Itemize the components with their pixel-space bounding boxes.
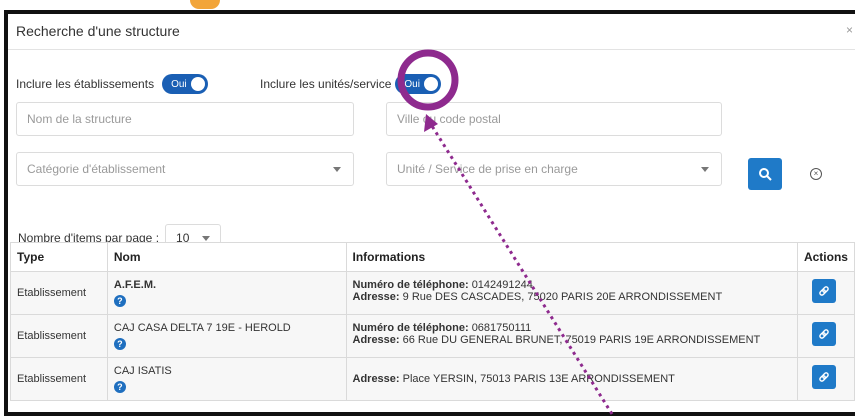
address-value: 66 Rue DU GENERAL BRUNET, 75019 PARIS 19… [402, 334, 761, 346]
nom-structure-input[interactable]: Nom de la structure [16, 102, 354, 136]
screenshot-frame: Recherche d'une structure × Inclure les … [0, 0, 855, 416]
ville-code-postal-input[interactable]: Ville ou code postal [386, 102, 722, 136]
results-table: Type Nom Informations Actions Etablissem… [10, 242, 855, 401]
table-row: Etablissement CAJ ISATIS ? Adresse: Plac… [10, 357, 855, 401]
chevron-down-icon [202, 236, 211, 241]
link-button[interactable] [811, 322, 836, 346]
row-informations: Numéro de téléphone: 0142491244 Adresse:… [345, 271, 798, 315]
row-type: Etablissement [10, 314, 108, 358]
info-icon[interactable]: ? [113, 338, 126, 350]
toggle-etablissements-value: Oui [171, 78, 187, 90]
categorie-etablissement-select[interactable]: Catégorie d'établissement [16, 152, 354, 186]
toggle-unites-row: Inclure les unités/service Oui [260, 74, 442, 94]
row-nom: CAJ ISATIS [113, 365, 172, 377]
row-type: Etablissement [10, 271, 108, 315]
info-icon[interactable]: ? [113, 381, 126, 393]
column-header-type: Type [10, 242, 108, 272]
row-type: Etablissement [10, 357, 108, 401]
table-header-row: Type Nom Informations Actions [10, 242, 855, 272]
address-label: Adresse: [352, 291, 400, 303]
phone-value: 0142491244 [471, 279, 533, 291]
toggle-etablissements-label: Inclure les établissements [16, 77, 155, 91]
categorie-select-placeholder: Catégorie d'établissement [27, 162, 166, 176]
toggle-knob [191, 77, 206, 91]
close-icon[interactable]: × [846, 23, 853, 37]
toggle-etablissements-row: Inclure les établissements Oui [16, 74, 209, 94]
dialog-title: Recherche d'une structure [16, 23, 180, 39]
phone-label: Numéro de téléphone: [352, 279, 469, 291]
phone-label: Numéro de téléphone: [352, 322, 469, 334]
row-nom: A.F.E.M. [113, 279, 157, 291]
link-button[interactable] [811, 279, 836, 303]
row-actions [796, 357, 855, 401]
link-icon [819, 286, 829, 296]
link-button[interactable] [811, 365, 836, 389]
phone-value: 0681750111 [471, 322, 532, 334]
toggle-knob [424, 77, 439, 91]
search-icon [759, 168, 772, 181]
chevron-down-icon [701, 167, 709, 172]
address-value: Place YERSIN, 75013 PARIS 13E ARRONDISSE… [402, 373, 675, 385]
row-informations: Numéro de téléphone: 0681750111 Adresse:… [345, 314, 798, 358]
address-label: Adresse: [352, 373, 400, 385]
table-row: Etablissement A.F.E.M. ? Numéro de télép… [10, 271, 855, 315]
unite-select-placeholder: Unité / Service de prise en charge [397, 162, 578, 176]
search-button[interactable] [748, 158, 782, 190]
toggle-unites-label: Inclure les unités/service [260, 77, 392, 91]
column-header-actions: Actions [796, 242, 855, 272]
link-icon [819, 329, 829, 339]
row-informations: Adresse: Place YERSIN, 75013 PARIS 13E A… [345, 357, 798, 401]
orange-decoration [190, 0, 220, 9]
address-value: 9 Rue DES CASCADES, 75020 PARIS 20E ARRO… [402, 291, 723, 303]
row-nom-cell: CAJ CASA DELTA 7 19E - HEROLD ? [106, 314, 347, 358]
row-actions [796, 314, 855, 358]
chevron-down-icon [333, 167, 341, 172]
row-actions [796, 271, 855, 315]
link-icon [819, 372, 829, 382]
toggle-etablissements[interactable]: Oui [162, 74, 209, 94]
column-header-informations: Informations [345, 242, 798, 272]
info-icon[interactable]: ? [113, 295, 126, 307]
table-row: Etablissement CAJ CASA DELTA 7 19E - HER… [10, 314, 855, 358]
toggle-unites-value: Oui [404, 78, 420, 90]
circle-x-icon[interactable]: × [810, 168, 822, 180]
toggle-unites[interactable]: Oui [395, 74, 442, 94]
row-nom-cell: A.F.E.M. ? [106, 271, 347, 315]
address-label: Adresse: [352, 334, 400, 346]
column-header-nom: Nom [106, 242, 347, 272]
dialog-header: Recherche d'une structure × [8, 14, 855, 50]
row-nom: CAJ CASA DELTA 7 19E - HEROLD [113, 322, 291, 334]
unite-service-select[interactable]: Unité / Service de prise en charge [386, 152, 722, 186]
row-nom-cell: CAJ ISATIS ? [106, 357, 347, 401]
